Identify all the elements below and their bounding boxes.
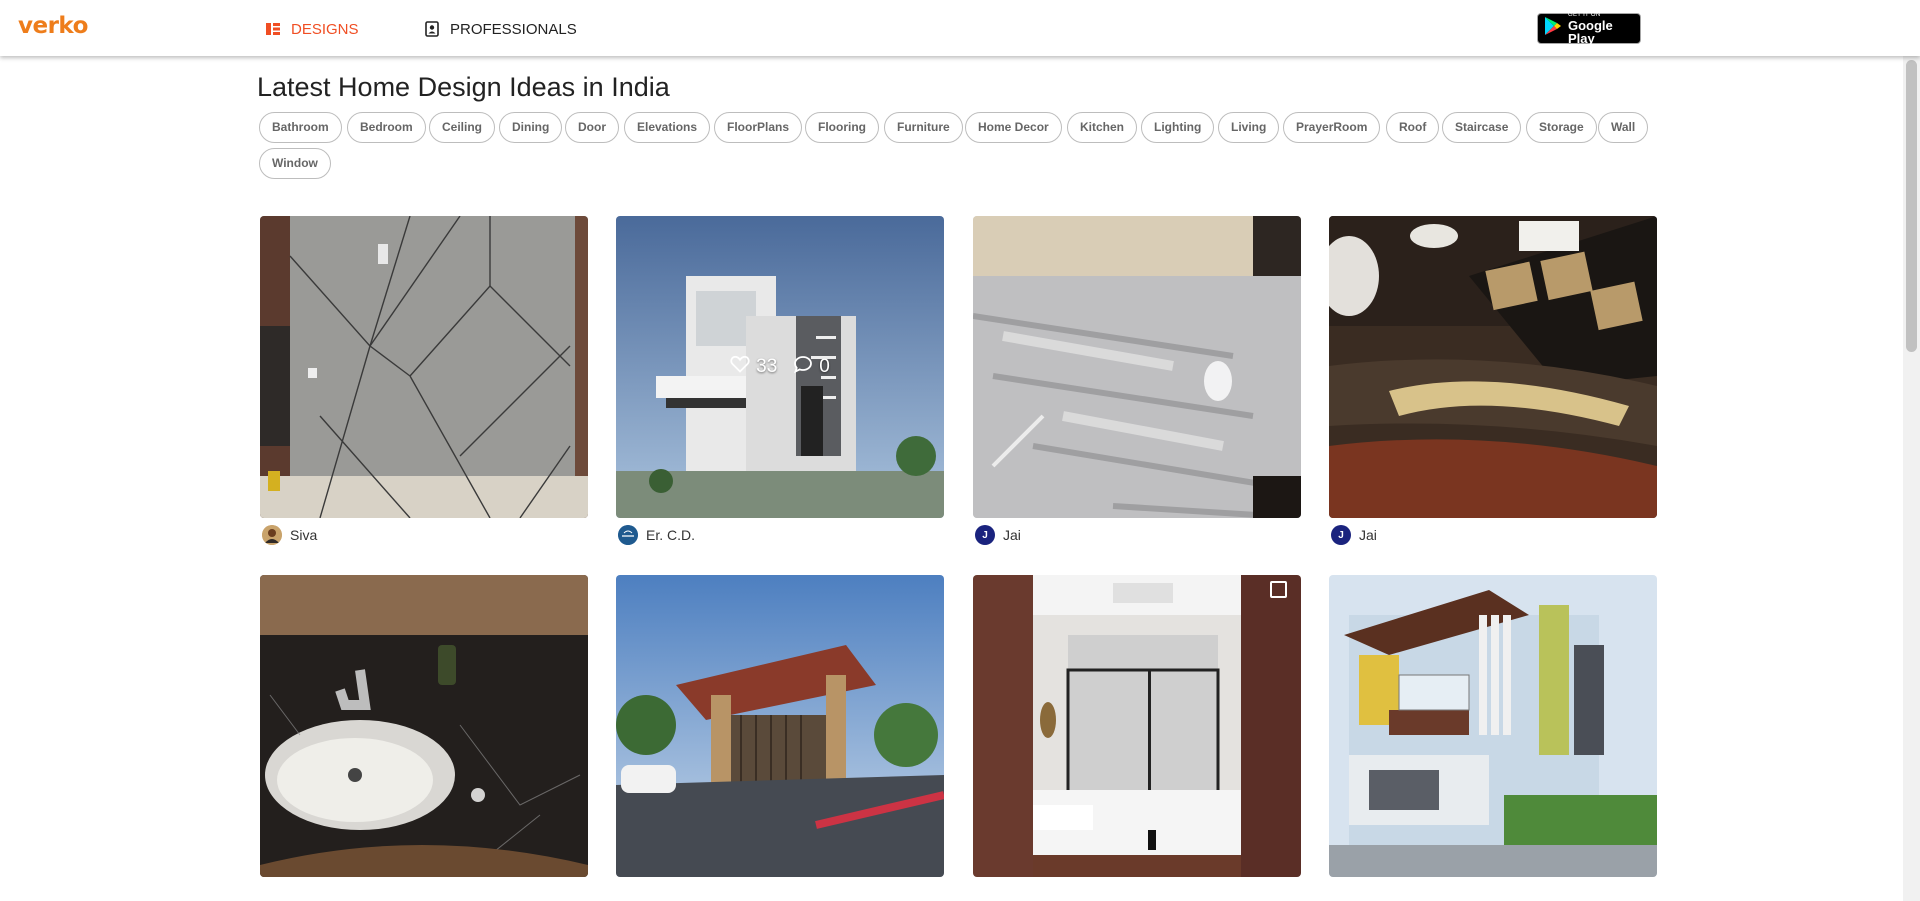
tag-ceiling[interactable]: Ceiling: [429, 112, 496, 143]
author-name: Er. C.D.: [646, 527, 696, 543]
professional-badge-icon: [424, 21, 440, 37]
tag-floorplans[interactable]: FloorPlans: [714, 112, 803, 143]
tag-flooring[interactable]: Flooring: [805, 112, 879, 143]
tag-dining[interactable]: Dining: [499, 112, 563, 143]
comments-count: 0: [819, 356, 830, 377]
card-author[interactable]: Siva: [262, 525, 317, 545]
tag-bathroom[interactable]: Bathroom: [259, 112, 342, 143]
tag-roof[interactable]: Roof: [1386, 112, 1440, 143]
card-author[interactable]: J Jai: [1331, 525, 1377, 545]
nav-professionals-label: PROFESSIONALS: [450, 20, 577, 38]
design-image-entrance-gate[interactable]: [616, 575, 944, 877]
likes-count: 33: [756, 356, 778, 377]
avatar: J: [1331, 525, 1351, 545]
design-image-marble-counter[interactable]: [1329, 216, 1657, 518]
google-play-badge[interactable]: GET IT ON Google Play: [1537, 12, 1641, 46]
card-stats-overlay: 33 0: [616, 216, 944, 518]
badge-big-text: Google Play: [1568, 18, 1613, 46]
tag-door[interactable]: Door: [565, 112, 619, 143]
designs-grid-icon: [265, 21, 281, 37]
scrollbar-thumb[interactable]: [1906, 60, 1917, 352]
google-play-icon: [1544, 16, 1562, 41]
design-image-modern-bathroom[interactable]: [973, 575, 1301, 877]
nav-designs[interactable]: DESIGNS: [265, 19, 359, 39]
card-author[interactable]: Er. C.D.: [618, 525, 695, 545]
heart-icon[interactable]: [730, 355, 750, 379]
verko-logo[interactable]: verko: [18, 13, 88, 39]
tag-kitchen[interactable]: Kitchen: [1067, 112, 1138, 143]
tag-storage[interactable]: Storage: [1526, 112, 1597, 143]
tag-prayerroom[interactable]: PrayerRoom: [1283, 112, 1381, 143]
save-checkbox[interactable]: [1270, 581, 1287, 598]
design-image-wall-panel[interactable]: [260, 216, 588, 518]
design-image-villa-elevation[interactable]: [1329, 575, 1657, 877]
tag-lighting[interactable]: Lighting: [1141, 112, 1215, 143]
nav-professionals[interactable]: PROFESSIONALS: [424, 19, 577, 39]
author-name: Siva: [290, 527, 318, 543]
tag-home-decor[interactable]: Home Decor: [965, 112, 1062, 143]
tag-wall[interactable]: Wall: [1598, 112, 1649, 143]
tag-staircase[interactable]: Staircase: [1442, 112, 1522, 143]
author-name: Jai: [1003, 527, 1021, 543]
page-title: Latest Home Design Ideas in India: [257, 72, 670, 102]
avatar: [618, 525, 638, 545]
tag-furniture[interactable]: Furniture: [884, 112, 963, 143]
comment-icon[interactable]: [793, 355, 813, 380]
design-image-marble-floor[interactable]: [973, 216, 1301, 518]
avatar: J: [975, 525, 995, 545]
nav-designs-label: DESIGNS: [291, 20, 359, 38]
author-name: Jai: [1359, 527, 1377, 543]
tag-bedroom[interactable]: Bedroom: [347, 112, 426, 143]
top-app-bar: verko DESIGNS PROFESSIONALS GET IT ON Go…: [0, 0, 1920, 56]
avatar: [262, 525, 282, 545]
tag-elevations[interactable]: Elevations: [624, 112, 711, 143]
tag-living[interactable]: Living: [1218, 112, 1280, 143]
tag-window[interactable]: Window: [259, 148, 331, 179]
card-author[interactable]: J Jai: [975, 525, 1021, 545]
design-image-house-elevation[interactable]: 33 0: [616, 216, 944, 518]
design-image-bathroom-sink[interactable]: [260, 575, 588, 877]
